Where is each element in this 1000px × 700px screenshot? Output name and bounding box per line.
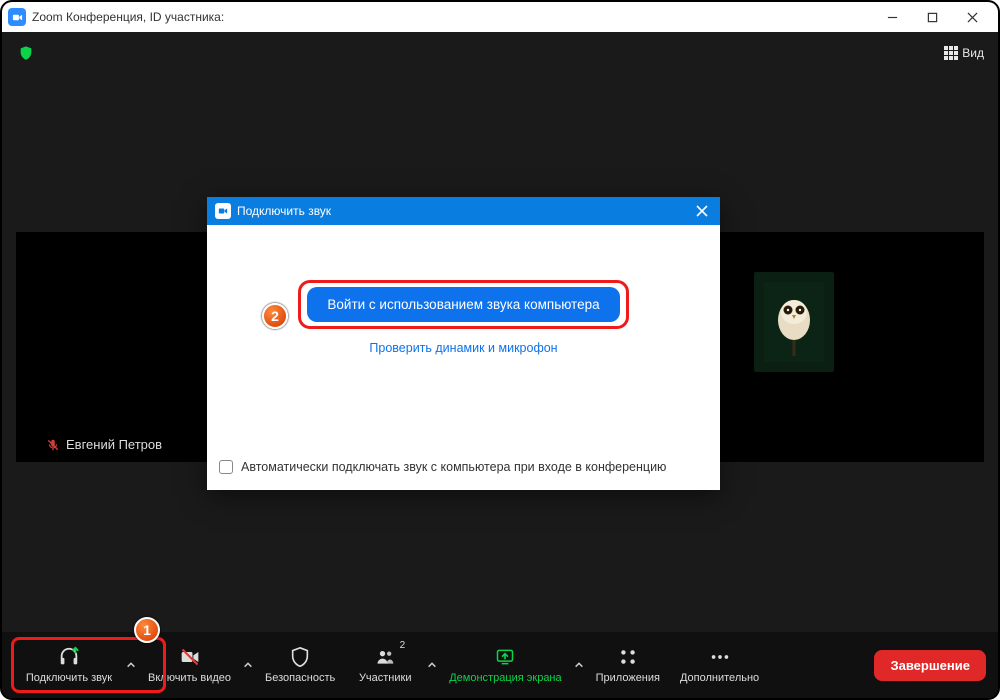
participants-control[interactable]: 2 Участники [345, 636, 425, 694]
annotation-badge-1: 1 [134, 617, 160, 643]
start-video-label: Включить видео [148, 672, 231, 684]
join-audio-dialog: Подключить звук Войти с использованием з… [207, 197, 720, 490]
owl-avatar-icon [764, 282, 824, 362]
window-close-button[interactable] [952, 3, 992, 31]
apps-icon [616, 646, 640, 668]
security-label: Безопасность [265, 672, 335, 684]
shield-icon [288, 646, 312, 668]
more-control[interactable]: Дополнительно [670, 636, 769, 694]
window-maximize-button[interactable] [912, 3, 952, 31]
window-controls [872, 3, 992, 31]
auto-connect-label: Автоматически подключать звук с компьюте… [241, 460, 666, 474]
meeting-top-row: Вид [2, 36, 998, 70]
share-screen-icon [493, 646, 517, 668]
view-label: Вид [962, 46, 984, 60]
highlight-step-2: Войти с использованием звука компьютера [298, 280, 628, 329]
video-options-caret[interactable] [241, 653, 255, 677]
participants-count-badge: 2 [400, 640, 406, 651]
participants-icon [373, 646, 397, 668]
security-control[interactable]: Безопасность [255, 636, 345, 694]
participants-label: Участники [359, 672, 412, 684]
window-titlebar: Zoom Конференция, ID участника: [2, 2, 998, 32]
share-screen-control[interactable]: Демонстрация экрана [439, 636, 571, 694]
dialog-body: Войти с использованием звука компьютера … [207, 225, 720, 450]
apps-label: Приложения [596, 672, 660, 684]
share-options-caret[interactable] [572, 653, 586, 677]
grid-icon [944, 46, 958, 60]
audio-options-caret[interactable] [124, 653, 138, 677]
video-off-icon [178, 646, 202, 668]
join-audio-label: Подключить звук [26, 672, 112, 684]
view-button[interactable]: Вид [944, 46, 984, 60]
share-screen-label: Демонстрация экрана [449, 672, 561, 684]
zoom-app-icon [8, 8, 26, 26]
participant-avatar-tile[interactable] [754, 272, 834, 372]
dialog-title-text: Подключить звук [237, 204, 331, 218]
zoom-window: Zoom Конференция, ID участника: Вид [0, 0, 1000, 700]
more-label: Дополнительно [680, 672, 759, 684]
start-video-control[interactable]: Включить видео [138, 636, 241, 694]
dialog-footer: Автоматически подключать звук с компьюте… [207, 450, 720, 490]
dialog-titlebar: Подключить звук [207, 197, 720, 225]
dialog-close-button[interactable] [692, 203, 712, 219]
participant-name-tag: Евгений Петров [46, 437, 162, 452]
auto-connect-checkbox[interactable] [219, 460, 233, 474]
more-icon [708, 646, 732, 668]
mic-muted-icon [46, 438, 60, 452]
encryption-shield-icon[interactable] [16, 43, 36, 63]
participant-name-text: Евгений Петров [66, 437, 162, 452]
end-meeting-button[interactable]: Завершение [874, 650, 986, 681]
annotation-badge-2: 2 [262, 303, 288, 329]
apps-control[interactable]: Приложения [586, 636, 670, 694]
headphones-icon [57, 646, 81, 668]
participants-options-caret[interactable] [425, 653, 439, 677]
window-minimize-button[interactable] [872, 3, 912, 31]
window-title: Zoom Конференция, ID участника: [32, 10, 872, 24]
join-with-computer-audio-button[interactable]: Войти с использованием звука компьютера [307, 287, 619, 322]
zoom-app-icon [215, 203, 231, 219]
join-audio-control[interactable]: Подключить звук [14, 636, 124, 694]
test-speaker-mic-link[interactable]: Проверить динамик и микрофон [369, 341, 557, 355]
